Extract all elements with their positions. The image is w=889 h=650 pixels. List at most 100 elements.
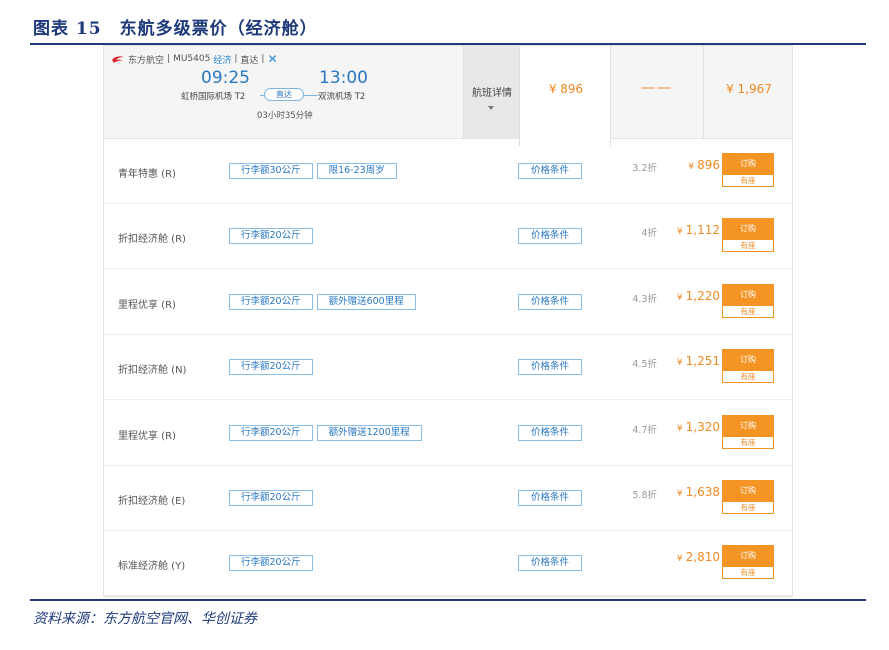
fare-name: 折扣经济舱 (E) [118,496,186,507]
fare-tag[interactable]: 行李额20公斤 [229,228,313,245]
premium-price-tab[interactable]: ¥ 1,967 [703,46,793,138]
fare-price-value: 1,220 [685,288,720,303]
fare-price-value: 1,251 [685,354,720,369]
figure-title: 图表 15 东航多级票价（经济舱） [33,19,318,39]
price-condition-button[interactable]: 价格条件 [518,490,582,506]
discount-label: 5.8折 [632,490,657,501]
book-button[interactable]: 订购 [722,283,774,305]
currency-symbol: ¥ [676,292,683,303]
fare-name: 折扣经济舱 (N) [118,365,187,377]
booking-controls: 订购 有座 [722,480,774,516]
fare-tags: 行李额20公斤 [229,228,313,245]
fare-price: ¥1,638 [660,485,720,499]
discount-label: 3.2折 [632,163,657,174]
fare-price-value: 1,320 [685,419,720,434]
fare-name: 里程优享 (R) [118,299,176,311]
airline-name: 东方航空 [128,55,165,66]
fare-price: ¥1,320 [660,420,720,434]
price-condition-button[interactable]: 价格条件 [518,555,582,572]
departure-time: 09:25 [201,68,250,88]
arrival-time: 13:00 [319,68,368,88]
seat-available-badge: 有座 [722,304,774,318]
bottom-rule [30,599,866,601]
separator: | [234,54,238,64]
seat-available-badge: 有座 [722,174,774,187]
unavailable-price: —— [641,80,673,96]
fare-price: ¥1,251 [660,354,720,368]
direct-badge: 直达 [264,88,304,101]
economy-price-tab[interactable]: ¥ 896 [519,46,611,146]
fare-tag[interactable]: 行李额20公斤 [229,555,313,572]
price-condition-button[interactable]: 价格条件 [518,293,582,310]
fare-row: 里程优享 (R) 行李额20公斤 额外赠送1200里程 价格条件 4.7折 ¥1,320 订… [104,401,792,466]
booking-controls: 订购 有座 [722,545,774,581]
fare-tag[interactable]: 行李额20公斤 [229,293,313,310]
fare-tag[interactable]: 额外赠送1200里程 [316,424,422,441]
fare-tags: 行李额20公斤 [229,490,313,506]
airline-row: 东方航空 | MU5405 经济 | 直达 | ✕ [111,52,278,66]
price-condition-button[interactable]: 价格条件 [518,359,582,376]
seat-available-badge: 有座 [722,239,774,253]
caret-down-icon [488,106,494,110]
booking-controls: 订购 有座 [722,349,774,385]
currency-symbol: ¥ [688,162,695,172]
book-button[interactable]: 订购 [722,545,774,567]
discount-label: 4.7折 [632,424,657,436]
fare-price: ¥2,810 [660,550,720,564]
fare-tags: 行李额20公斤 额外赠送600里程 [229,293,416,310]
flight-detail-toggle[interactable]: 航班详情 [463,46,519,138]
fare-row: 折扣经济舱 (R) 行李额20公斤 价格条件 4折 ¥1,112 订购 有座 [104,204,792,270]
fare-tag[interactable]: 行李额20公斤 [229,424,313,441]
fare-price-value: 2,810 [685,550,720,565]
fare-row: 里程优享 (R) 行李额20公斤 额外赠送600里程 价格条件 4.3折 ¥1,220 订购… [104,270,792,335]
currency-symbol: ¥ [676,423,683,434]
seat-available-badge: 有座 [722,566,774,580]
fare-tags: 行李额20公斤 额外赠送1200里程 [229,424,422,441]
book-button[interactable]: 订购 [722,414,774,436]
china-eastern-logo-icon [112,55,124,63]
booking-controls: 订购 有座 [722,153,774,189]
fare-list: 青年特惠 (R) 行李额30公斤 限16-23周岁 价格条件 3.2折 ¥896 订购 有座折… [103,139,793,597]
fare-price: ¥1,220 [660,289,720,303]
fare-name: 折扣经济舱 (R) [118,234,186,246]
seat-available-badge: 有座 [722,435,774,449]
economy-lowest-price: ¥ 896 [548,82,584,96]
price-condition-button[interactable]: 价格条件 [518,424,582,441]
currency-symbol: ¥ [676,489,683,499]
direct-short-label: 直达 [240,55,259,66]
fare-price-value: 896 [697,158,720,172]
discount-label: 4折 [641,228,657,240]
fare-tag[interactable]: 额外赠送600里程 [316,293,416,310]
fare-price-value: 1,638 [685,485,720,499]
flight-header: 东方航空 | MU5405 经济 | 直达 | ✕ 09:25 13:00 虹桥… [103,45,793,146]
fare-tag[interactable]: 行李额20公斤 [229,490,313,506]
book-button[interactable]: 订购 [722,218,774,240]
book-button[interactable]: 订购 [722,480,774,501]
fare-price: ¥896 [660,158,720,172]
seat-available-badge: 有座 [722,370,774,384]
seat-available-badge: 有座 [722,501,774,514]
fare-row: 折扣经济舱 (N) 行李额20公斤 价格条件 4.5折 ¥1,251 订购 有座 [104,335,792,401]
booking-controls: 订购 有座 [722,218,774,254]
cabin-tag: 经济 [213,55,232,66]
flight-detail-label: 航班详情 [472,88,512,99]
discount-label: 4.5折 [632,359,657,371]
flight-info: 东方航空 | MU5405 经济 | 直达 | ✕ 09:25 13:00 虹桥… [104,46,464,138]
flight-number[interactable]: MU5405 [173,54,210,64]
source-note: 资料来源：东方航空官网、华创证券 [33,611,257,627]
departure-airport: 虹桥国际机场 T2 [181,92,246,102]
flight-duration: 03小时35分钟 [257,111,313,121]
price-condition-button[interactable]: 价格条件 [518,163,582,179]
book-button[interactable]: 订购 [722,153,774,174]
fare-name: 里程优享 (R) [118,430,176,442]
price-condition-button[interactable]: 价格条件 [518,228,582,245]
booking-controls: 订购 有座 [722,414,774,451]
book-button[interactable]: 订购 [722,349,774,371]
arrival-airport: 双流机场 T2 [318,92,366,102]
fare-tag[interactable]: 行李额30公斤 [229,163,313,179]
fare-tag[interactable]: 行李额20公斤 [229,359,313,376]
fare-tag[interactable]: 限16-23周岁 [316,163,397,179]
currency-symbol: ¥ [676,358,683,369]
close-icon[interactable]: ✕ [267,52,277,66]
fare-price: ¥1,112 [660,223,720,237]
